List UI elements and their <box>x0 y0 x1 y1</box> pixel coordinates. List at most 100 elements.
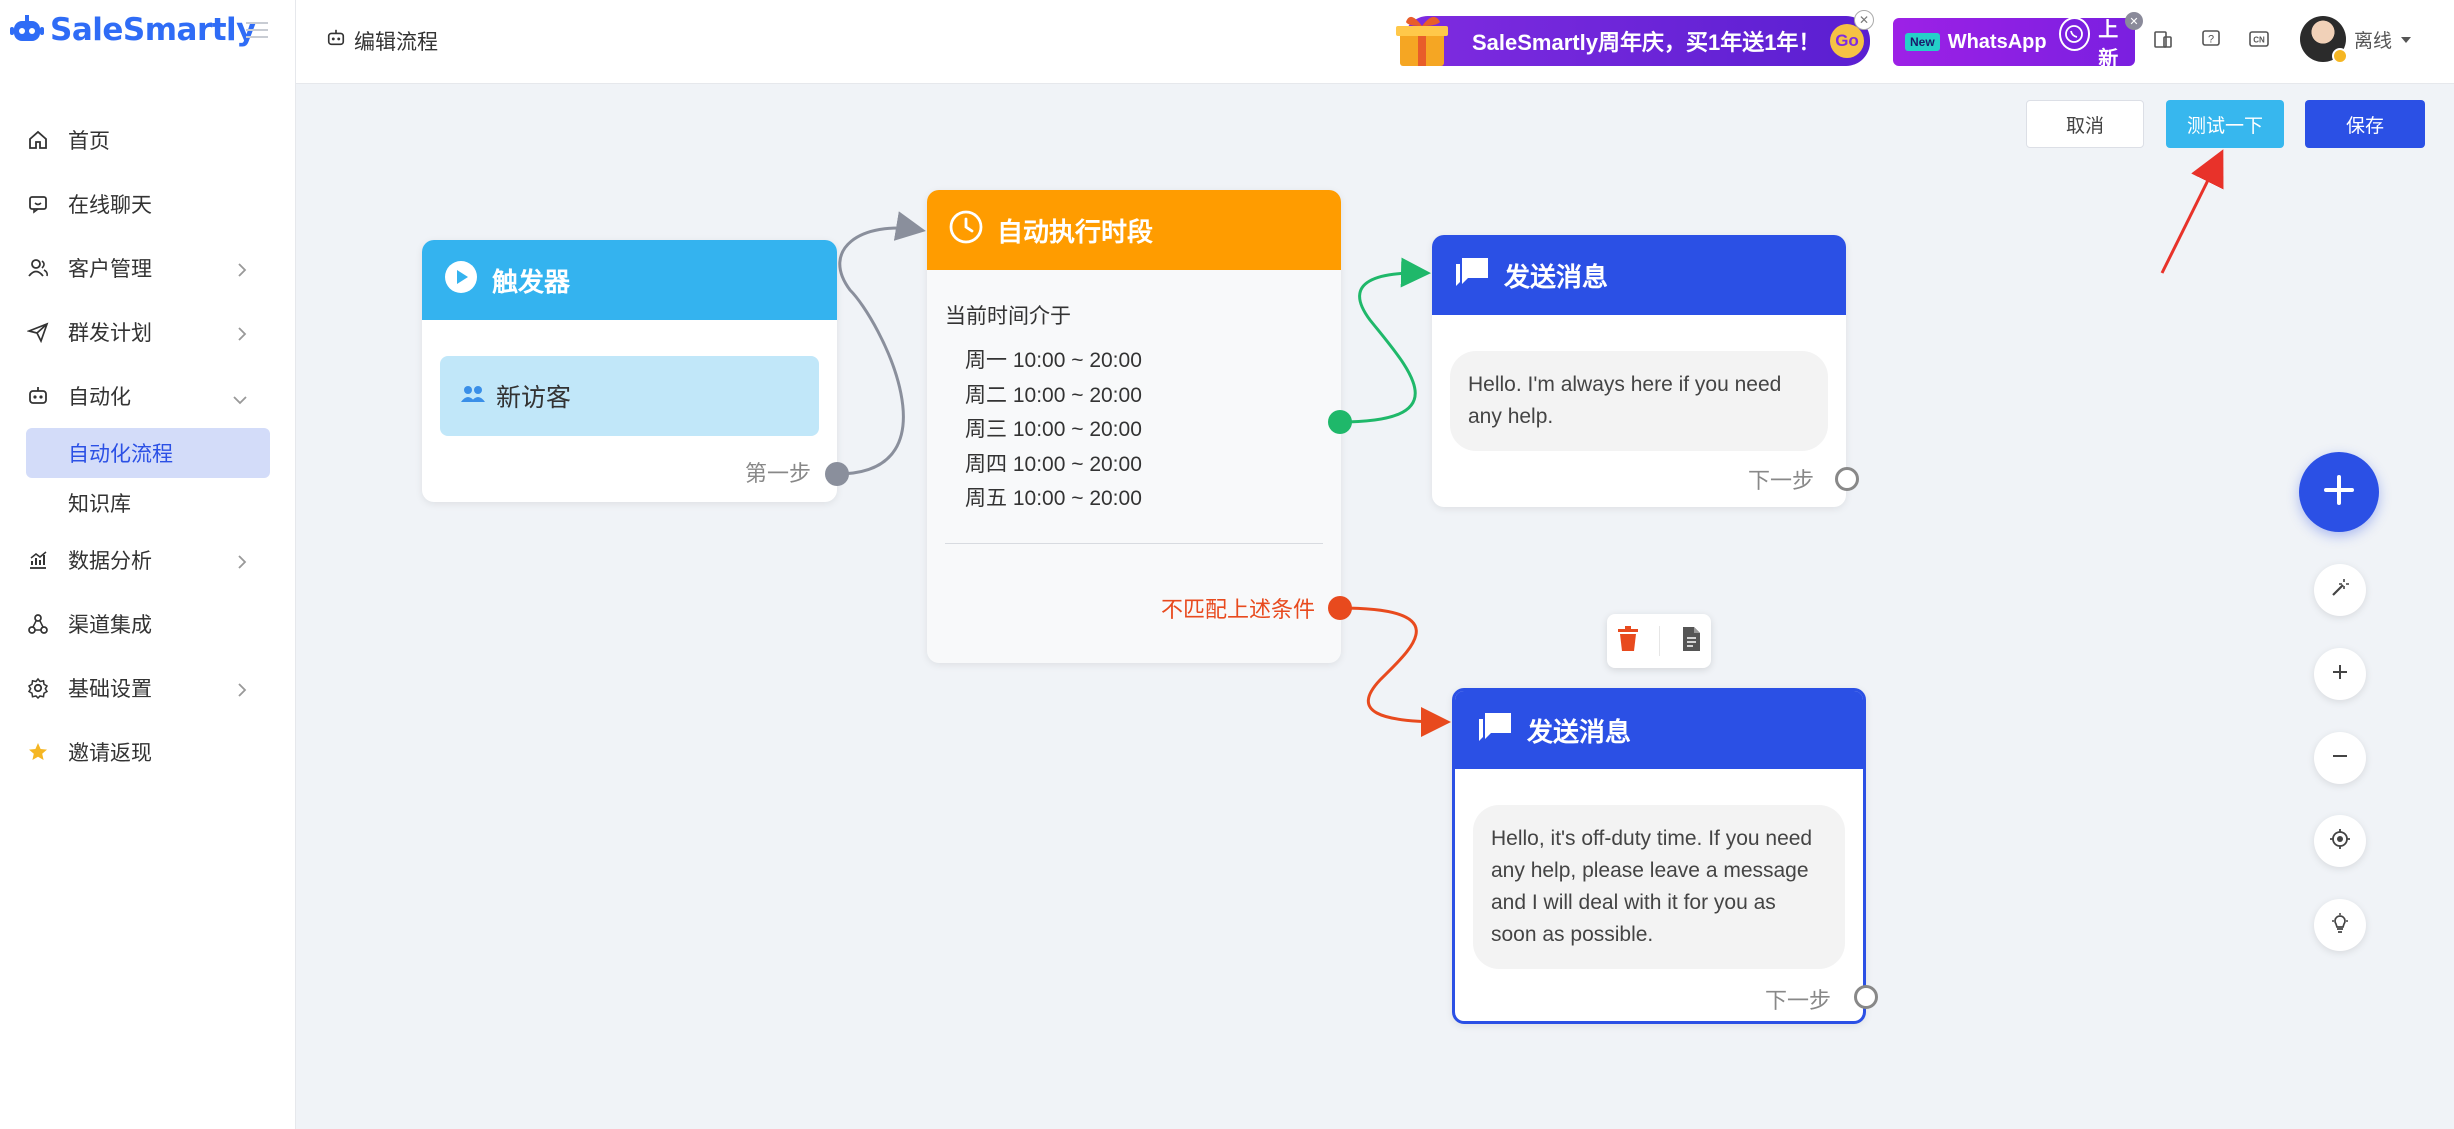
message2-output-port[interactable] <box>1854 985 1878 1009</box>
send-message-node-1[interactable]: 发送消息 Hello. I'm always here if you need … <box>1432 235 1846 507</box>
whatsapp-banner[interactable]: New WhatsApp 上新 ✕ <box>1893 12 2143 70</box>
sidebar-item-label: 首页 <box>68 130 110 153</box>
chevron-right-icon <box>236 680 248 704</box>
next-step-label: 下一步 <box>1747 468 1814 493</box>
new-badge: New <box>1905 33 1940 51</box>
delete-icon[interactable] <box>1617 625 1639 657</box>
logo[interactable]: SaleSmartly <box>10 12 256 48</box>
zoom-out-button[interactable] <box>2314 732 2366 784</box>
sidebar-item-label: 客户管理 <box>68 258 152 281</box>
sidebar-item-analytics[interactable]: 数据分析 <box>0 528 296 592</box>
message-icon <box>1477 711 1513 750</box>
trigger-output-port[interactable] <box>825 462 849 486</box>
play-icon <box>444 260 478 301</box>
send-icon <box>26 320 50 344</box>
language-icon[interactable]: CN <box>2246 26 2272 52</box>
sidebar-item-customers[interactable]: 客户管理 <box>0 236 296 300</box>
users-icon <box>26 256 50 280</box>
message-node-header: 发送消息 <box>1455 691 1863 769</box>
sidebar-nav: 首页 在线聊天 客户管理 群发计划 自动化 自动化流程 知识库 数据分析 渠道集… <box>0 108 296 784</box>
close-icon[interactable]: ✕ <box>2125 12 2143 30</box>
wire-period-to-message1 <box>1339 257 1431 424</box>
message1-output-port[interactable] <box>1835 467 1859 491</box>
plus-icon <box>2330 662 2350 687</box>
sidebar-item-chat[interactable]: 在线聊天 <box>0 172 296 236</box>
node-toolbar <box>1607 614 1711 668</box>
period-line: 周四 10:00 ~ 20:00 <box>965 452 1142 476</box>
sidebar-item-broadcast[interactable]: 群发计划 <box>0 300 296 364</box>
wire-trigger-to-period <box>836 211 926 476</box>
trigger-condition[interactable]: 新访客 <box>440 356 819 436</box>
sidebar-item-label: 数据分析 <box>68 550 152 573</box>
nomatch-label: 不匹配上述条件 <box>1160 597 1315 622</box>
promo-text: SaleSmartly周年庆，买1年送1年！ <box>1472 30 1821 55</box>
chevron-right-icon <box>236 552 248 576</box>
sidebar-subitem-automation-flow[interactable]: 自动化流程 <box>26 428 270 478</box>
promo-banner[interactable]: SaleSmartly周年庆，买1年送1年！ Go ✕ <box>1396 10 1874 66</box>
copy-icon[interactable] <box>1681 626 1701 657</box>
plus-icon <box>2322 473 2356 512</box>
sidebar-item-settings[interactable]: 基础设置 <box>0 656 296 720</box>
period-line: 周二 10:00 ~ 20:00 <box>965 383 1142 407</box>
time-period-node[interactable]: 自动执行时段 当前时间介于 周一 10:00 ~ 20:00 周二 10:00 … <box>927 190 1341 663</box>
robot-logo-icon <box>10 15 44 41</box>
star-icon <box>26 740 50 764</box>
top-header: 编辑流程 SaleSmartly周年庆，买1年送1年！ Go ✕ New Wha… <box>296 0 2454 84</box>
robot-icon <box>326 28 346 54</box>
chevron-right-icon <box>236 324 248 348</box>
brand-name: SaleSmartly <box>50 12 256 48</box>
period-nomatch-port[interactable] <box>1328 596 1352 620</box>
node-title: 发送消息 <box>1504 261 1609 292</box>
period-match-port[interactable] <box>1328 410 1352 434</box>
channels-icon <box>26 612 50 636</box>
message-bubble[interactable]: Hello. I'm always here if you need any h… <box>1450 351 1828 451</box>
chevron-down-icon <box>232 388 248 412</box>
sidebar-item-label: 在线聊天 <box>68 194 152 217</box>
chat-icon <box>26 192 50 216</box>
sidebar-subitem-knowledge-base[interactable]: 知识库 <box>0 478 296 528</box>
collapse-menu-icon[interactable] <box>246 22 268 38</box>
trigger-condition-label: 新访客 <box>496 384 572 412</box>
close-icon[interactable]: ✕ <box>1854 10 1874 30</box>
period-intro: 当前时间介于 <box>945 305 1071 328</box>
cancel-button[interactable]: 取消 <box>2026 100 2144 148</box>
breadcrumb: 编辑流程 <box>326 26 438 56</box>
user-status: 离线 <box>2354 30 2393 52</box>
send-message-node-2[interactable]: 发送消息 Hello, it's off-duty time. If you n… <box>1452 688 1866 1024</box>
svg-text:CN: CN <box>2253 36 2265 45</box>
gift-icon <box>1396 16 1448 66</box>
period-line: 周一 10:00 ~ 20:00 <box>965 349 1142 372</box>
sidebar-item-home[interactable]: 首页 <box>0 108 296 172</box>
device-icon[interactable] <box>2150 26 2176 52</box>
target-icon <box>2329 828 2351 855</box>
sidebar-item-channels[interactable]: 渠道集成 <box>0 592 296 656</box>
breadcrumb-label: 编辑流程 <box>354 31 438 54</box>
add-node-button[interactable] <box>2299 452 2379 532</box>
save-button[interactable]: 保存 <box>2305 100 2425 148</box>
message-bubble[interactable]: Hello, it's off-duty time. If you need a… <box>1473 805 1845 969</box>
locate-button[interactable] <box>2314 815 2366 867</box>
lightbulb-icon <box>2329 912 2351 939</box>
message-node-header: 发送消息 <box>1432 235 1846 315</box>
tips-button[interactable] <box>2314 899 2366 951</box>
help-icon[interactable]: ? <box>2198 26 2224 52</box>
robot-icon <box>26 384 50 408</box>
zoom-in-button[interactable] <box>2314 648 2366 700</box>
sidebar-item-label: 渠道集成 <box>68 614 152 637</box>
caret-down-icon <box>2400 28 2412 50</box>
sidebar-item-label: 基础设置 <box>68 678 152 701</box>
trigger-node-header: 触发器 <box>422 240 837 320</box>
period-line: 周五 10:00 ~ 20:00 <box>965 487 1142 510</box>
trigger-node[interactable]: 触发器 新访客 第一步 <box>422 240 837 502</box>
sidebar-item-label: 群发计划 <box>68 322 152 345</box>
whatsapp-icon <box>2058 17 2091 51</box>
svg-text:?: ? <box>2208 34 2214 46</box>
user-menu[interactable]: 离线 <box>2300 16 2412 64</box>
sidebar-item-label: 邀请返现 <box>68 742 152 765</box>
test-button[interactable]: 测试一下 <box>2166 100 2284 148</box>
wire-nomatch-to-message2 <box>1339 606 1451 737</box>
message-icon <box>1454 256 1490 295</box>
auto-layout-button[interactable] <box>2314 564 2366 616</box>
sidebar-item-automation[interactable]: 自动化 <box>0 364 296 428</box>
sidebar-item-referral[interactable]: 邀请返现 <box>0 720 296 784</box>
